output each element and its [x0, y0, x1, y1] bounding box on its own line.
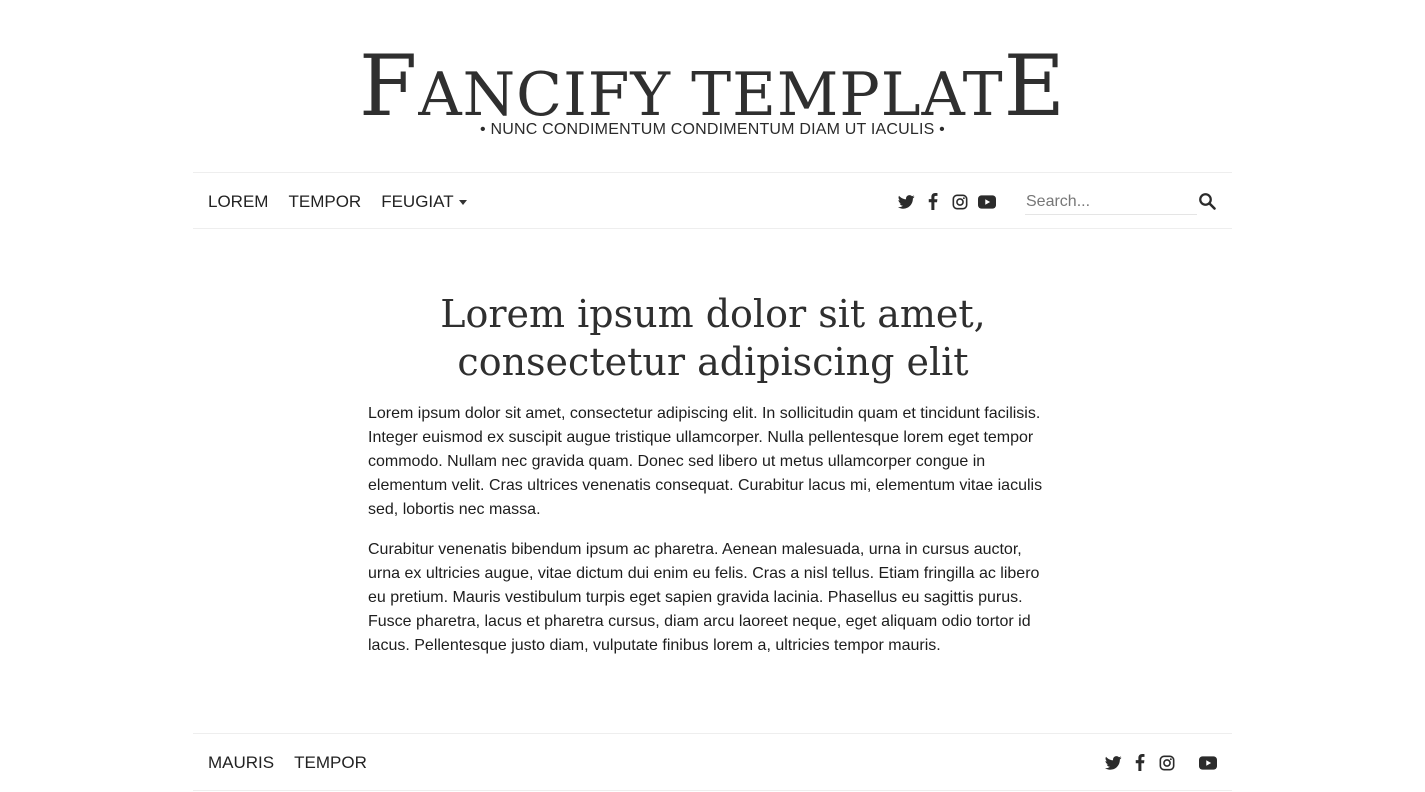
- search-input[interactable]: [1025, 189, 1197, 215]
- nav-link-tempor[interactable]: TEMPOR: [288, 192, 361, 212]
- site-title-middle: ANCIFY TEMPLAT: [418, 60, 1004, 130]
- footer-link-tempor[interactable]: TEMPOR: [294, 753, 367, 773]
- site-header: FANCIFY TEMPLATE • NUNC CONDIMENTUM COND…: [0, 0, 1425, 172]
- article-title: Lorem ipsum dolor sit amet, consectetur …: [313, 290, 1113, 386]
- site-footer: MAURIS TEMPOR: [193, 733, 1232, 791]
- nav-dropdown-feugiat[interactable]: FEUGIAT: [381, 191, 467, 212]
- nav-dropdown-label: FEUGIAT: [381, 191, 454, 211]
- main-navbar: LOREM TEMPOR FEUGIAT: [193, 172, 1232, 229]
- nav-link-lorem[interactable]: LOREM: [208, 192, 268, 212]
- site-title[interactable]: FANCIFY TEMPLATE: [0, 44, 1425, 128]
- article-title-line-2: consectetur adipiscing elit: [457, 340, 969, 384]
- site-tagline: • NUNC CONDIMENTUM CONDIMENTUM DIAM UT I…: [480, 121, 945, 138]
- caret-down-icon: [458, 199, 467, 205]
- article-title-line-1: Lorem ipsum dolor sit amet,: [440, 292, 986, 336]
- instagram-icon[interactable]: [951, 193, 969, 211]
- article-paragraph: Lorem ipsum dolor sit amet, consectetur …: [368, 405, 1043, 518]
- twitter-icon[interactable]: [1104, 754, 1122, 772]
- footer-link-mauris[interactable]: MAURIS: [208, 753, 274, 773]
- facebook-icon[interactable]: [1131, 754, 1149, 772]
- header-social-links: [897, 173, 1005, 230]
- youtube-icon[interactable]: [978, 193, 996, 211]
- instagram-icon[interactable]: [1158, 754, 1176, 772]
- facebook-icon[interactable]: [924, 193, 942, 211]
- footer-social-links: [1104, 734, 1226, 791]
- article-paragraph: Curabitur venenatis bibendum ipsum ac ph…: [368, 541, 1040, 654]
- youtube-icon[interactable]: [1199, 754, 1217, 772]
- twitter-icon[interactable]: [897, 193, 915, 211]
- nav-links: LOREM TEMPOR FEUGIAT: [208, 173, 487, 230]
- footer-links: MAURIS TEMPOR: [208, 734, 387, 791]
- article-body: Lorem ipsum dolor sit amet, consectetur …: [368, 402, 1048, 674]
- search-icon[interactable]: [1198, 192, 1218, 212]
